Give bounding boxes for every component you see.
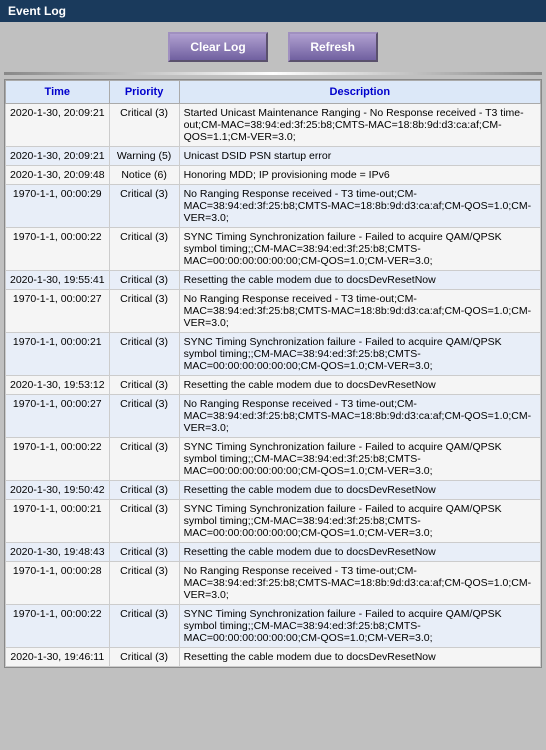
cell-description: Started Unicast Maintenance Ranging - No… (179, 104, 540, 147)
table-row: 2020-1-30, 19:46:11Critical (3)Resetting… (6, 648, 541, 667)
cell-priority: Notice (6) (109, 166, 179, 185)
cell-time: 2020-1-30, 19:46:11 (6, 648, 110, 667)
cell-time: 1970-1-1, 00:00:27 (6, 395, 110, 438)
cell-priority: Critical (3) (109, 543, 179, 562)
table-row: 2020-1-30, 20:09:21Warning (5)Unicast DS… (6, 147, 541, 166)
cell-priority: Critical (3) (109, 333, 179, 376)
cell-priority: Critical (3) (109, 648, 179, 667)
cell-time: 1970-1-1, 00:00:22 (6, 228, 110, 271)
table-row: 2020-1-30, 20:09:48Notice (6)Honoring MD… (6, 166, 541, 185)
table-row: 1970-1-1, 00:00:21Critical (3)SYNC Timin… (6, 500, 541, 543)
col-header-priority: Priority (109, 81, 179, 104)
cell-description: No Ranging Response received - T3 time-o… (179, 395, 540, 438)
event-table: Time Priority Description 2020-1-30, 20:… (5, 80, 541, 667)
cell-priority: Critical (3) (109, 481, 179, 500)
refresh-button[interactable]: Refresh (288, 32, 378, 62)
table-row: 1970-1-1, 00:00:27Critical (3)No Ranging… (6, 395, 541, 438)
cell-priority: Critical (3) (109, 185, 179, 228)
cell-priority: Critical (3) (109, 228, 179, 271)
cell-priority: Critical (3) (109, 500, 179, 543)
cell-priority: Critical (3) (109, 271, 179, 290)
cell-time: 2020-1-30, 20:09:21 (6, 104, 110, 147)
cell-time: 1970-1-1, 00:00:21 (6, 500, 110, 543)
cell-description: SYNC Timing Synchronization failure - Fa… (179, 333, 540, 376)
table-row: 1970-1-1, 00:00:27Critical (3)No Ranging… (6, 290, 541, 333)
table-row: 2020-1-30, 20:09:21Critical (3)Started U… (6, 104, 541, 147)
cell-description: SYNC Timing Synchronization failure - Fa… (179, 438, 540, 481)
cell-time: 1970-1-1, 00:00:22 (6, 438, 110, 481)
cell-time: 1970-1-1, 00:00:21 (6, 333, 110, 376)
col-header-description: Description (179, 81, 540, 104)
cell-time: 1970-1-1, 00:00:27 (6, 290, 110, 333)
cell-description: Resetting the cable modem due to docsDev… (179, 481, 540, 500)
cell-time: 2020-1-30, 19:53:12 (6, 376, 110, 395)
table-row: 1970-1-1, 00:00:21Critical (3)SYNC Timin… (6, 333, 541, 376)
cell-time: 2020-1-30, 19:50:42 (6, 481, 110, 500)
cell-priority: Critical (3) (109, 438, 179, 481)
cell-priority: Warning (5) (109, 147, 179, 166)
cell-description: Resetting the cable modem due to docsDev… (179, 376, 540, 395)
cell-time: 2020-1-30, 19:48:43 (6, 543, 110, 562)
cell-description: No Ranging Response received - T3 time-o… (179, 185, 540, 228)
table-row: 1970-1-1, 00:00:22Critical (3)SYNC Timin… (6, 228, 541, 271)
table-row: 2020-1-30, 19:55:41Critical (3)Resetting… (6, 271, 541, 290)
col-header-time: Time (6, 81, 110, 104)
table-row: 1970-1-1, 00:00:28Critical (3)No Ranging… (6, 562, 541, 605)
cell-description: Resetting the cable modem due to docsDev… (179, 648, 540, 667)
cell-priority: Critical (3) (109, 104, 179, 147)
cell-description: Resetting the cable modem due to docsDev… (179, 271, 540, 290)
toolbar: Clear Log Refresh (0, 22, 546, 72)
cell-description: SYNC Timing Synchronization failure - Fa… (179, 228, 540, 271)
cell-description: SYNC Timing Synchronization failure - Fa… (179, 605, 540, 648)
table-row: 1970-1-1, 00:00:22Critical (3)SYNC Timin… (6, 438, 541, 481)
cell-priority: Critical (3) (109, 395, 179, 438)
cell-description: Resetting the cable modem due to docsDev… (179, 543, 540, 562)
table-row: 1970-1-1, 00:00:29Critical (3)No Ranging… (6, 185, 541, 228)
cell-priority: Critical (3) (109, 562, 179, 605)
event-table-container: Time Priority Description 2020-1-30, 20:… (4, 79, 542, 668)
cell-time: 2020-1-30, 20:09:21 (6, 147, 110, 166)
cell-time: 2020-1-30, 19:55:41 (6, 271, 110, 290)
table-row: 2020-1-30, 19:50:42Critical (3)Resetting… (6, 481, 541, 500)
cell-priority: Critical (3) (109, 605, 179, 648)
clear-log-button[interactable]: Clear Log (168, 32, 267, 62)
table-row: 1970-1-1, 00:00:22Critical (3)SYNC Timin… (6, 605, 541, 648)
cell-priority: Critical (3) (109, 376, 179, 395)
event-log-window: Event Log Clear Log Refresh Time Priorit… (0, 0, 546, 668)
table-row: 2020-1-30, 19:48:43Critical (3)Resetting… (6, 543, 541, 562)
cell-time: 1970-1-1, 00:00:22 (6, 605, 110, 648)
table-header-row: Time Priority Description (6, 81, 541, 104)
cell-description: Honoring MDD; IP provisioning mode = IPv… (179, 166, 540, 185)
window-title: Event Log (8, 4, 66, 18)
cell-priority: Critical (3) (109, 290, 179, 333)
table-row: 2020-1-30, 19:53:12Critical (3)Resetting… (6, 376, 541, 395)
cell-description: Unicast DSID PSN startup error (179, 147, 540, 166)
cell-description: No Ranging Response received - T3 time-o… (179, 562, 540, 605)
title-bar: Event Log (0, 0, 546, 22)
cell-time: 1970-1-1, 00:00:28 (6, 562, 110, 605)
cell-description: No Ranging Response received - T3 time-o… (179, 290, 540, 333)
cell-description: SYNC Timing Synchronization failure - Fa… (179, 500, 540, 543)
divider (4, 72, 542, 75)
cell-time: 2020-1-30, 20:09:48 (6, 166, 110, 185)
cell-time: 1970-1-1, 00:00:29 (6, 185, 110, 228)
